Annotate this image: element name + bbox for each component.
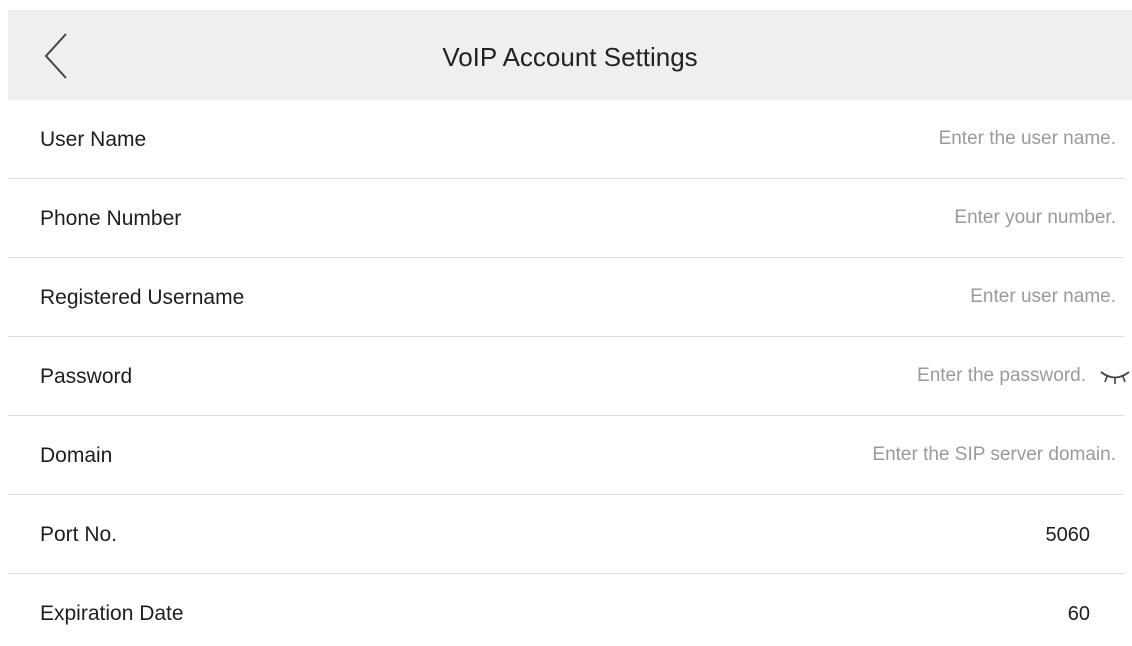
phone-number-label: Phone Number (40, 207, 182, 230)
eye-closed-icon (1100, 371, 1130, 384)
registered-username-label: Registered Username (40, 286, 245, 309)
expiration-value[interactable]: 60 (1068, 601, 1090, 627)
expiration-row[interactable]: Expiration Date 60 (8, 574, 1124, 646)
registered-username-row: Registered Username (8, 258, 1124, 337)
phone-number-row: Phone Number (8, 179, 1124, 258)
port-row[interactable]: Port No. 5060 (8, 495, 1124, 574)
voip-account-settings-screen: VoIP Account Settings User Name Phone Nu… (0, 0, 1132, 646)
domain-label: Domain (40, 444, 113, 467)
settings-list: User Name Phone Number Registered Userna… (0, 100, 1132, 646)
phone-number-input[interactable] (556, 201, 1116, 235)
user-name-row: User Name (8, 100, 1124, 179)
user-name-input[interactable] (556, 122, 1116, 156)
user-name-label: User Name (40, 128, 147, 151)
password-row: Password (8, 337, 1130, 416)
password-label: Password (40, 365, 133, 388)
registered-username-input[interactable] (556, 280, 1116, 314)
port-value[interactable]: 5060 (1046, 522, 1091, 548)
password-input[interactable] (566, 359, 1086, 393)
header-bar: VoIP Account Settings (8, 10, 1132, 100)
expiration-label: Expiration Date (40, 602, 184, 625)
password-visibility-toggle[interactable] (1098, 365, 1132, 387)
domain-input[interactable] (556, 438, 1116, 472)
port-label: Port No. (40, 523, 118, 546)
domain-row: Domain (8, 416, 1124, 495)
page-title: VoIP Account Settings (442, 42, 698, 72)
